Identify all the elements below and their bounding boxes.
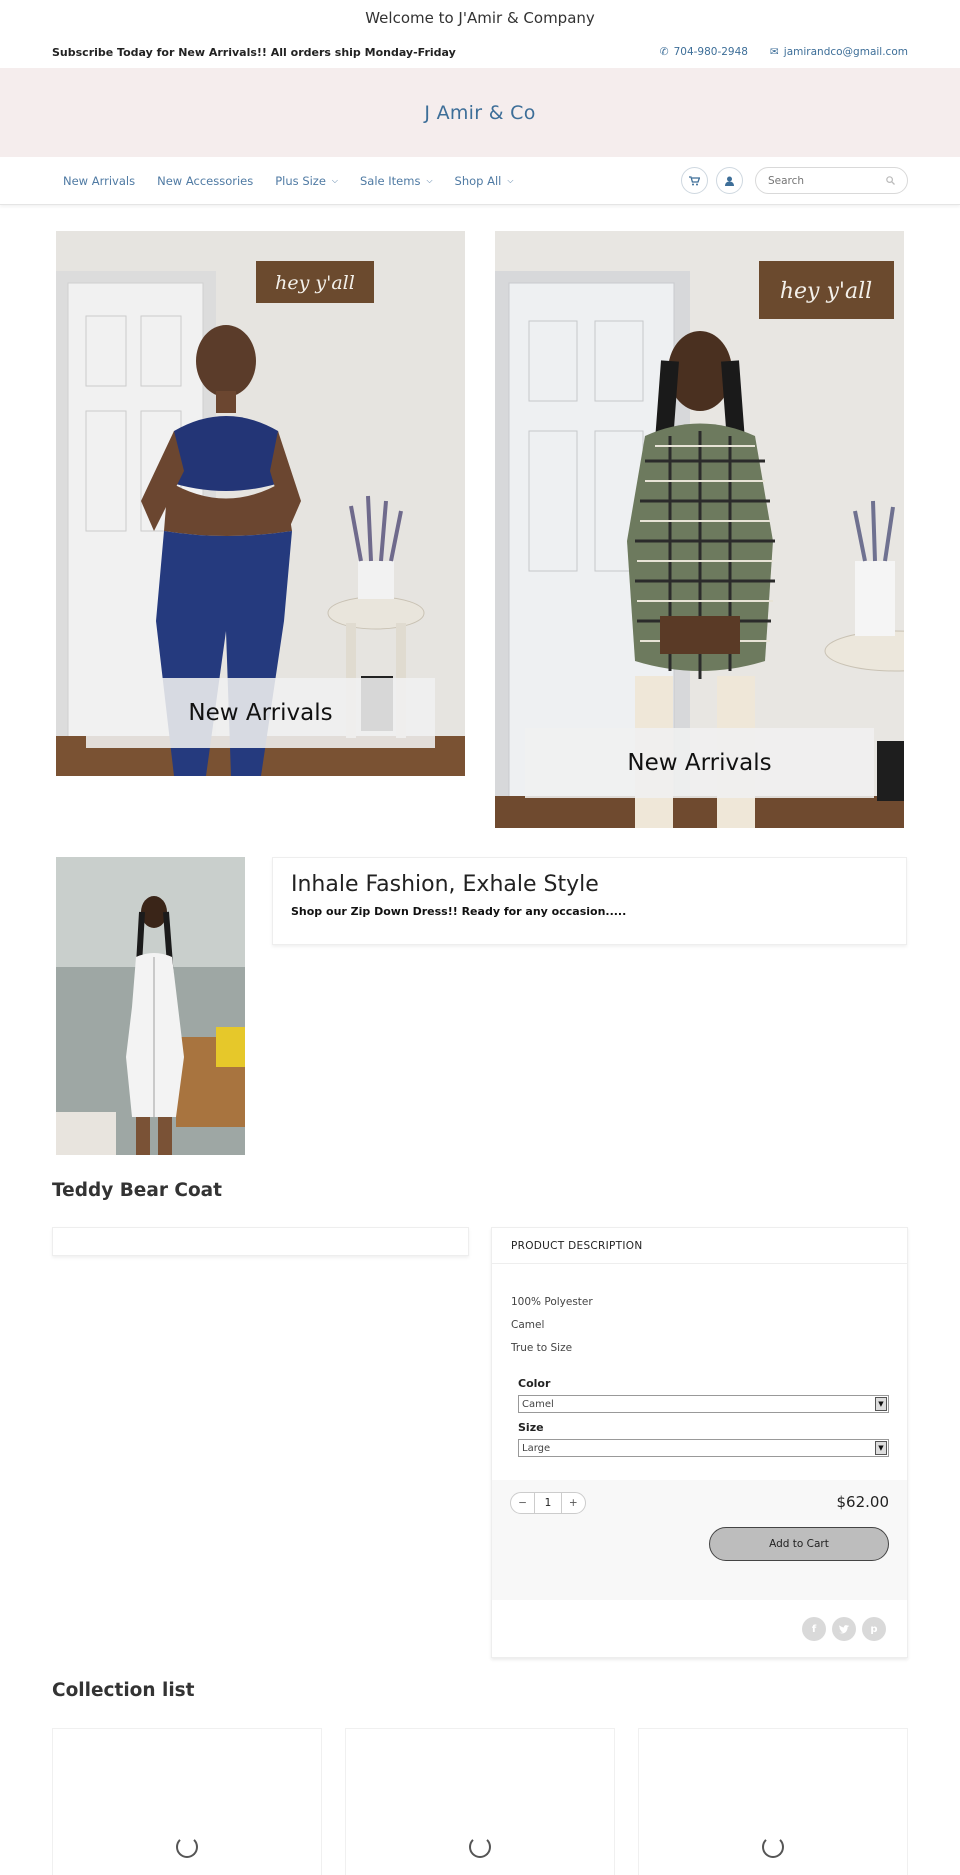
collection-title: Collection list <box>52 1680 195 1701</box>
description-line: 100% Polyester <box>511 1296 593 1308</box>
nav-menu: New Arrivals New Accessories Plus Size ⌵… <box>52 174 524 188</box>
main-nav: New Arrivals New Accessories Plus Size ⌵… <box>0 157 960 205</box>
chevron-down-icon: ⌵ <box>426 175 433 185</box>
envelope-icon: ✉ <box>769 46 779 58</box>
welcome-text: Welcome to J'Amir & Company <box>365 9 595 27</box>
phone-link[interactable]: ✆ 704-980-2948 <box>660 46 748 58</box>
size-select-value: Large <box>522 1442 551 1454</box>
dropdown-arrow-icon: ▼ <box>875 1397 887 1411</box>
size-select[interactable]: Large ▼ <box>518 1439 889 1457</box>
email-address: jamirandco@gmail.com <box>783 46 908 58</box>
buy-box: − 1 + $62.00 Add to Cart <box>492 1480 907 1600</box>
chevron-down-icon: ⌵ <box>331 175 338 185</box>
nav-item-label: Shop All <box>454 173 502 188</box>
hero-left-label[interactable]: New Arrivals <box>86 678 435 748</box>
collection-card[interactable] <box>638 1728 908 1875</box>
promo-text: Subscribe Today for New Arrivals!! All o… <box>52 45 456 59</box>
announcement-bar: Subscribe Today for New Arrivals!! All o… <box>0 36 960 68</box>
email-link[interactable]: ✉ jamirandco@gmail.com <box>770 46 908 58</box>
add-to-cart-label: Add to Cart <box>769 1538 829 1550</box>
product-details-card: PRODUCT DESCRIPTION 100% Polyester Camel… <box>491 1227 908 1658</box>
color-select[interactable]: Camel ▼ <box>518 1395 889 1413</box>
nav-item-shop-all[interactable]: Shop All ⌵ <box>444 174 525 188</box>
nav-item-label: New Arrivals <box>63 173 136 188</box>
contact-links: ✆ 704-980-2948 ✉ jamirandco@gmail.com <box>660 46 908 58</box>
hero-gallery: hey y'all New Arrivals hey y'all New Arr… <box>56 231 904 828</box>
product-title: Teddy Bear Coat <box>52 1180 223 1201</box>
color-label: Color <box>518 1377 551 1390</box>
hero-left-label-text: New Arrivals <box>188 700 333 726</box>
hero-photo-left[interactable]: hey y'all New Arrivals <box>56 231 465 776</box>
search-icon[interactable] <box>886 176 895 185</box>
increase-quantity-button[interactable]: + <box>562 1497 585 1509</box>
add-to-cart-button[interactable]: Add to Cart <box>709 1527 889 1561</box>
description-line: True to Size <box>511 1342 573 1354</box>
size-label: Size <box>518 1421 544 1434</box>
product-image-card <box>52 1227 469 1256</box>
facebook-icon[interactable]: f <box>802 1617 826 1641</box>
share-buttons: f p <box>802 1617 886 1641</box>
cart-icon <box>689 175 700 185</box>
feature-text: Shop our Zip Down Dress!! Ready for any … <box>291 905 627 918</box>
collection-card[interactable] <box>52 1728 322 1875</box>
dropdown-arrow-icon: ▼ <box>875 1441 887 1455</box>
logo-band: J Amir & Co <box>0 68 960 157</box>
description-line: Camel <box>511 1319 545 1331</box>
nav-item-label: New Accessories <box>157 173 254 188</box>
search-input[interactable] <box>768 174 878 187</box>
nav-tools <box>681 167 908 194</box>
feature-photo[interactable] <box>56 857 245 1155</box>
loading-spinner-icon <box>176 1836 198 1858</box>
svg-text:hey y'all: hey y'all <box>275 272 355 294</box>
search-box[interactable] <box>755 167 908 194</box>
cart-button[interactable] <box>681 167 708 194</box>
twitter-bird-glyph <box>838 1624 849 1633</box>
user-icon <box>725 176 734 186</box>
nav-item-new-accessories[interactable]: New Accessories <box>146 174 264 188</box>
color-select-value: Camel <box>522 1398 554 1410</box>
feature-card: Inhale Fashion, Exhale Style Shop our Zi… <box>272 857 907 945</box>
nav-item-new-arrivals[interactable]: New Arrivals <box>52 174 146 188</box>
nav-item-plus-size[interactable]: Plus Size ⌵ <box>264 174 349 188</box>
white-dress-photo <box>56 857 245 1155</box>
product-options: Color Camel ▼ Size Large ▼ <box>492 1365 907 1457</box>
nav-item-label: Sale Items <box>360 173 421 188</box>
svg-text:hey y'all: hey y'all <box>780 279 872 304</box>
loading-spinner-icon <box>762 1836 784 1858</box>
phone-number: 704-980-2948 <box>673 46 748 58</box>
nav-item-label: Plus Size <box>275 173 326 188</box>
pinterest-icon[interactable]: p <box>862 1617 886 1641</box>
phone-icon: ✆ <box>659 46 669 58</box>
hero-right-label[interactable]: New Arrivals <box>525 728 874 798</box>
collection-card[interactable] <box>345 1728 615 1875</box>
nav-item-sale-items[interactable]: Sale Items ⌵ <box>349 174 444 188</box>
store-logo[interactable]: J Amir & Co <box>424 102 535 124</box>
decrease-quantity-button[interactable]: − <box>511 1497 534 1509</box>
twitter-icon[interactable] <box>832 1617 856 1641</box>
description-heading: PRODUCT DESCRIPTION <box>492 1228 907 1264</box>
quantity-value[interactable]: 1 <box>534 1493 562 1513</box>
loading-spinner-icon <box>469 1836 491 1858</box>
quantity-stepper[interactable]: − 1 + <box>510 1492 586 1514</box>
account-button[interactable] <box>716 167 743 194</box>
welcome-bar: Welcome to J'Amir & Company <box>0 0 960 36</box>
product-price: $62.00 <box>836 1493 890 1511</box>
hero-photo-right[interactable]: hey y'all New Arrivals <box>495 231 904 828</box>
chevron-down-icon: ⌵ <box>507 175 514 185</box>
hero-right-label-text: New Arrivals <box>627 750 772 776</box>
feature-heading: Inhale Fashion, Exhale Style <box>291 872 599 897</box>
description-lines: 100% Polyester Camel True to Size <box>492 1264 907 1365</box>
